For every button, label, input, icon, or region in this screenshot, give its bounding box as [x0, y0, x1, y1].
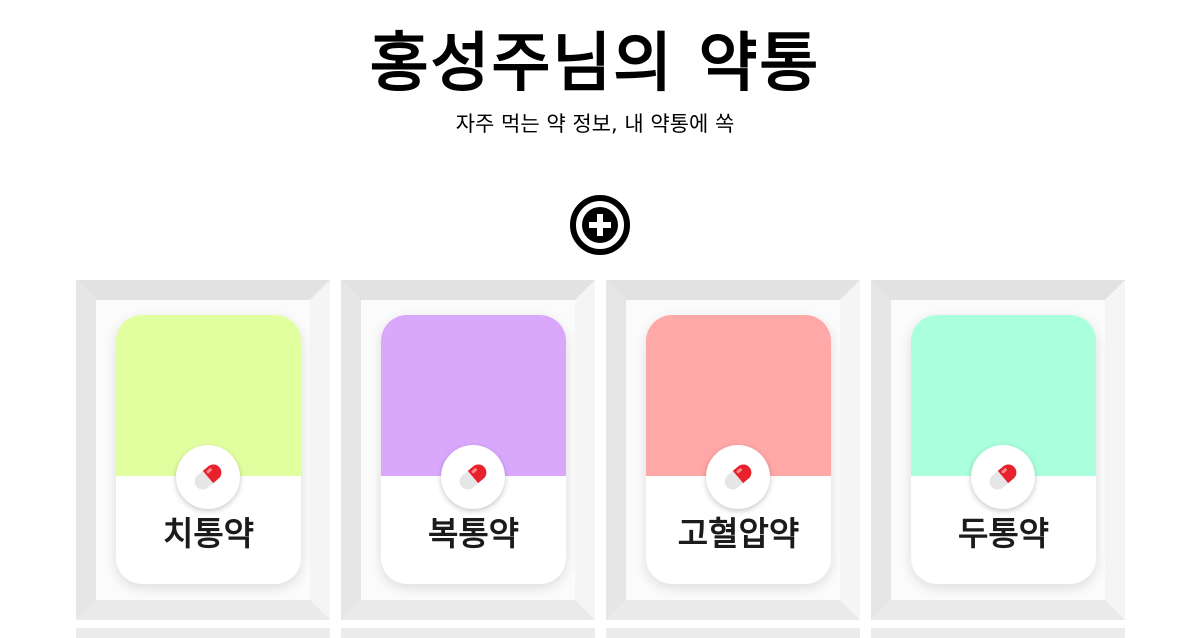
pill-icon	[989, 464, 1017, 490]
pill-icon	[194, 464, 222, 490]
medicine-slot: 두통약	[871, 280, 1125, 620]
page-subtitle: 자주 먹는 약 정보, 내 약통에 쏙	[455, 112, 735, 136]
page-title: 홍성주님의 약통	[369, 27, 821, 101]
medicine-name: 복통약	[427, 514, 520, 553]
medicine-card[interactable]: 복통약	[381, 315, 566, 584]
pill-icon	[724, 464, 752, 490]
medicine-card[interactable]: 두통약	[911, 315, 1096, 584]
pill-icon	[459, 464, 487, 490]
medicine-name: 고혈압약	[677, 514, 800, 553]
medicine-slot: 고혈압약	[606, 280, 860, 620]
add-medicine-button[interactable]	[569, 194, 631, 256]
next-row-slot	[341, 628, 595, 638]
pill-badge	[971, 445, 1035, 509]
next-row-slot	[871, 628, 1125, 638]
medicine-card[interactable]: 고혈압약	[646, 315, 831, 584]
plus-circle-icon	[570, 195, 630, 255]
next-row-slot	[76, 628, 330, 638]
medicine-card[interactable]: 치통약	[116, 315, 301, 584]
medicine-slot: 치통약	[76, 280, 330, 620]
pill-badge	[176, 445, 240, 509]
medicine-name: 두통약	[957, 514, 1050, 553]
pill-badge	[706, 445, 770, 509]
pill-badge	[441, 445, 505, 509]
medicine-name: 치통약	[162, 514, 255, 553]
next-row-slot	[606, 628, 860, 638]
medicine-slot: 복통약	[341, 280, 595, 620]
